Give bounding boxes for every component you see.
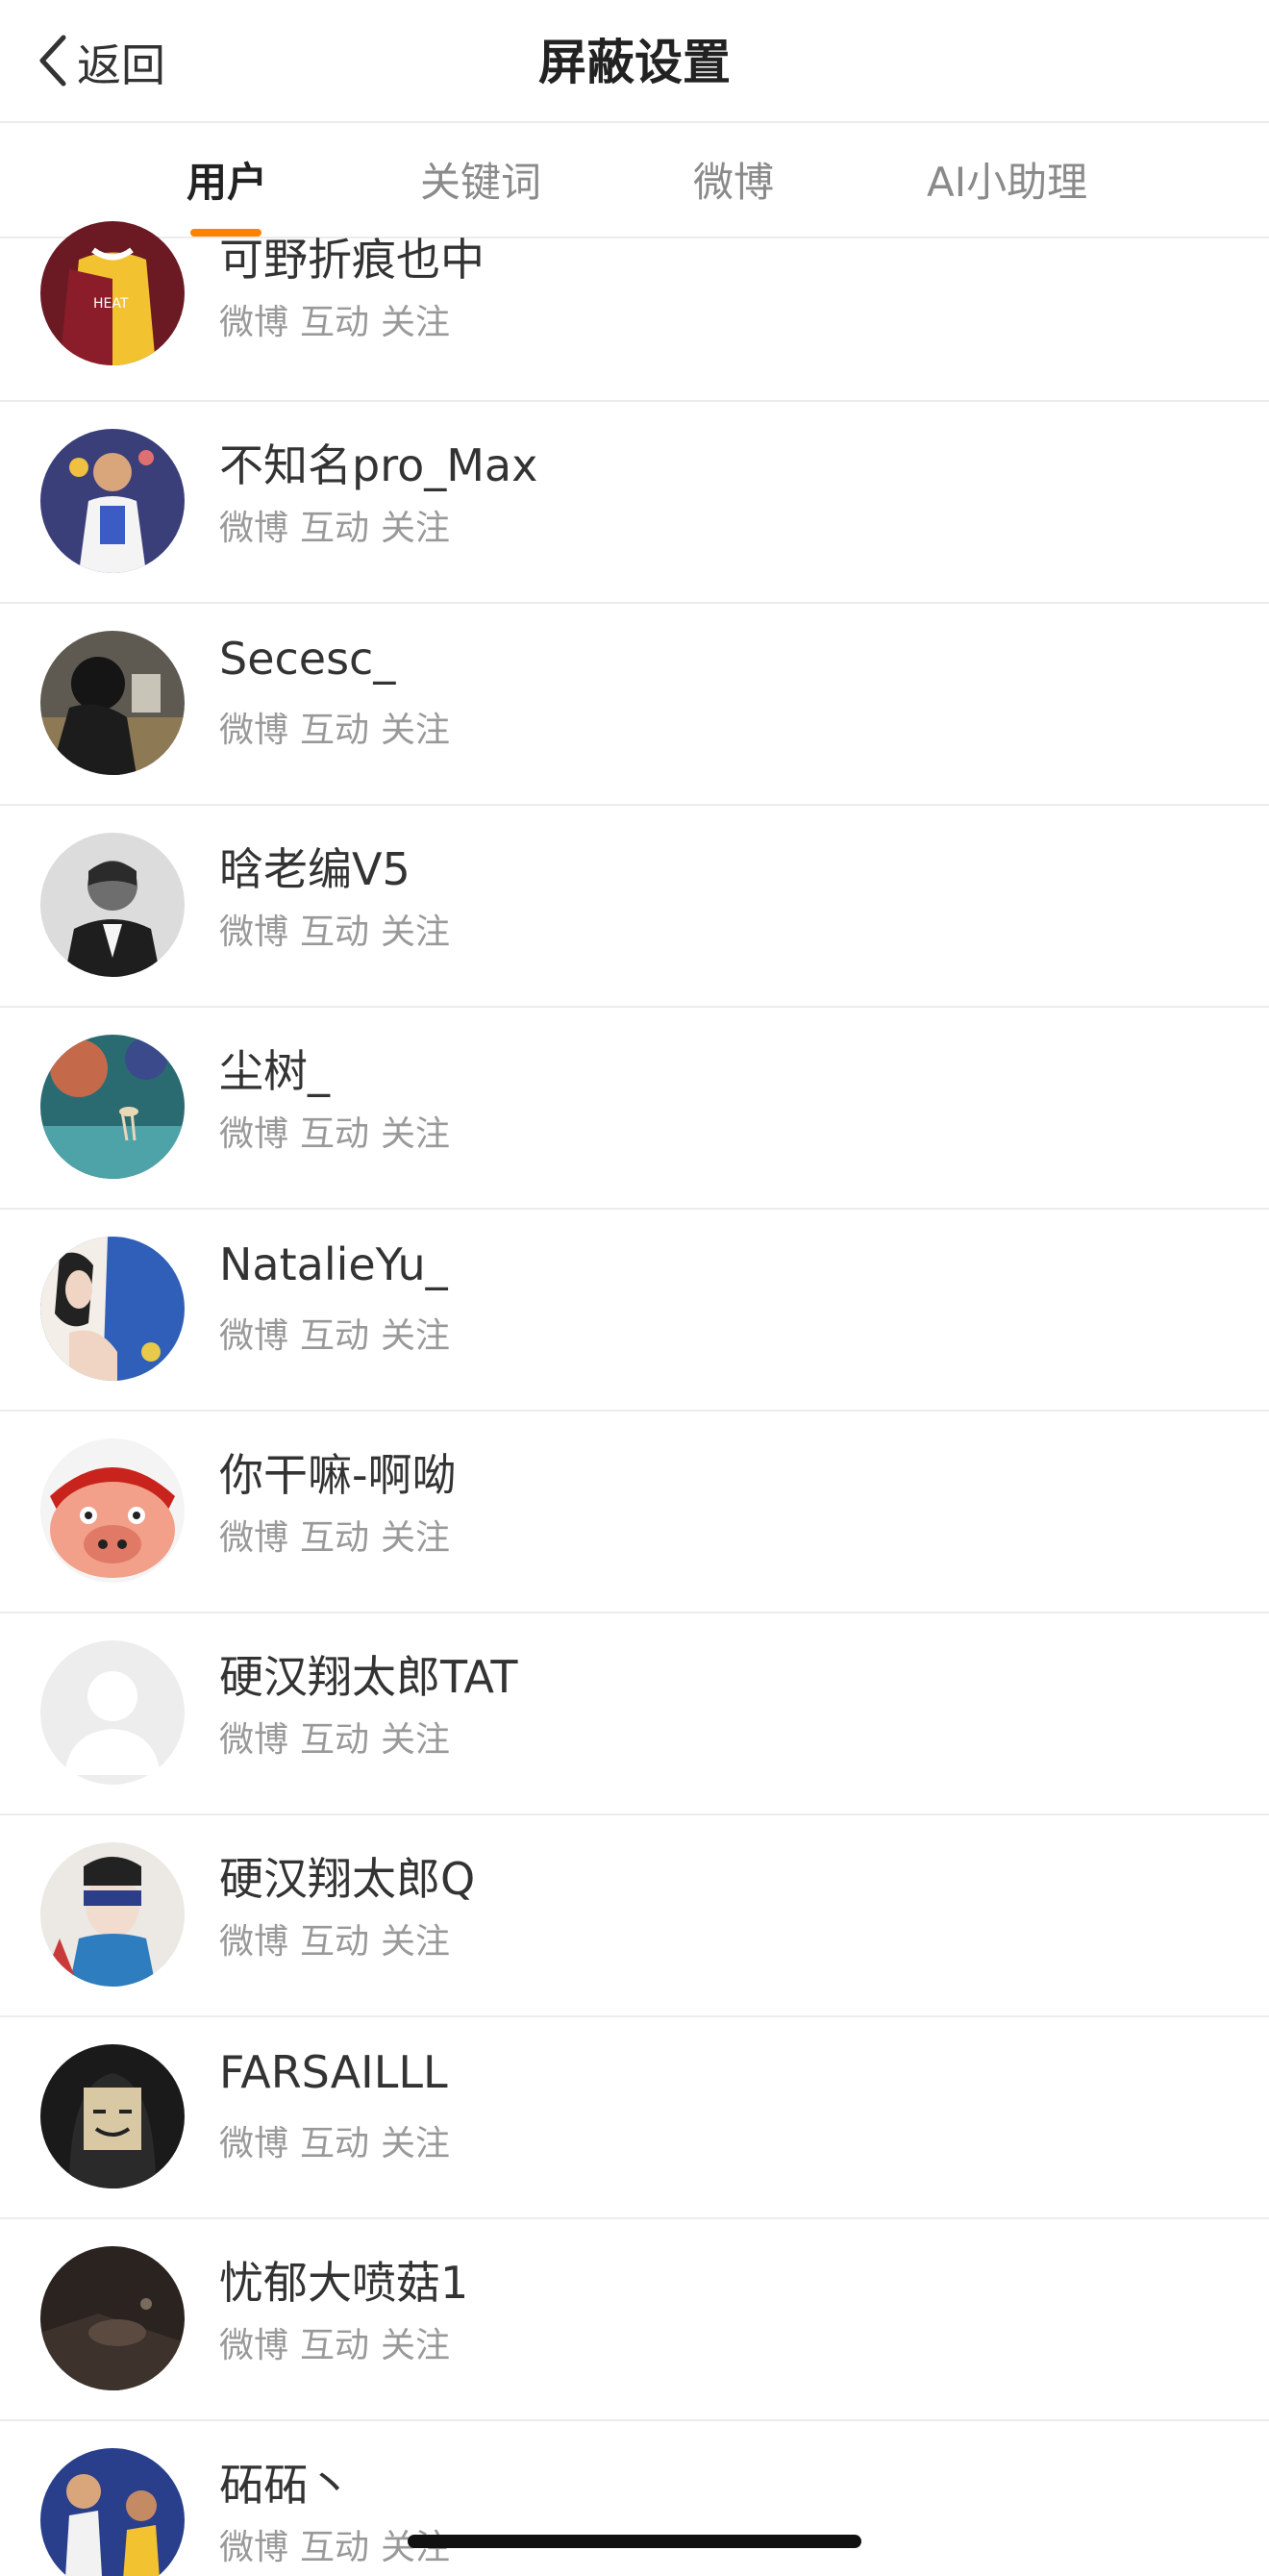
- action-weibo[interactable]: 微博: [219, 711, 288, 750]
- action-follow[interactable]: 关注: [381, 1114, 450, 1154]
- action-interact[interactable]: 互动: [300, 1114, 369, 1154]
- action-follow[interactable]: 关注: [381, 913, 450, 952]
- nav-bar: 返回 屏蔽设置: [0, 0, 1269, 123]
- action-interact[interactable]: 互动: [300, 1720, 369, 1760]
- action-interact[interactable]: 互动: [300, 2326, 369, 2365]
- list-item[interactable]: FARSAILLL 微博 互动 关注: [0, 2017, 1269, 2219]
- action-weibo[interactable]: 微博: [219, 1922, 288, 1962]
- action-weibo[interactable]: 微博: [219, 1720, 288, 1760]
- list-item[interactable]: HEAT 可野折痕也中 微博 互动 关注: [0, 200, 1269, 402]
- user-name: 晗老编V5: [219, 843, 411, 895]
- user-actions: 微博互动关注: [219, 500, 461, 550]
- list-item[interactable]: Secesc_ 微博 互动 关注: [0, 604, 1269, 806]
- user-actions: 微博互动关注: [219, 294, 461, 344]
- action-weibo[interactable]: 微博: [219, 913, 288, 952]
- action-interact[interactable]: 互动: [300, 303, 369, 342]
- default-avatar: [40, 1640, 185, 1785]
- avatar: [40, 2246, 185, 2390]
- list-item[interactable]: 硬汉翔太郎TAT 微博 互动 关注: [0, 1613, 1269, 1815]
- user-name: 忧郁大喷菇1: [219, 2257, 469, 2309]
- avatar: [40, 833, 185, 977]
- action-weibo[interactable]: 微博: [219, 1518, 288, 1558]
- action-interact[interactable]: 互动: [300, 711, 369, 750]
- user-actions: 微博互动关注: [219, 702, 461, 752]
- action-follow[interactable]: 关注: [381, 711, 450, 750]
- user-actions: 微博互动关注: [219, 2317, 461, 2367]
- action-weibo[interactable]: 微博: [219, 303, 288, 342]
- list-item[interactable]: 忧郁大喷菇1 微博 互动 关注: [0, 2219, 1269, 2421]
- user-actions: 微博互动关注: [219, 1308, 461, 1358]
- avatar: [40, 1237, 185, 1381]
- svg-text:HEAT: HEAT: [93, 296, 129, 312]
- action-follow[interactable]: 关注: [381, 1518, 450, 1558]
- action-weibo[interactable]: 微博: [219, 2124, 288, 2163]
- action-follow[interactable]: 关注: [381, 2326, 450, 2365]
- action-interact[interactable]: 互动: [300, 1518, 369, 1558]
- user-name: 硬汉翔太郎Q: [219, 1853, 476, 1905]
- action-weibo[interactable]: 微博: [219, 2528, 288, 2567]
- action-interact[interactable]: 互动: [300, 1316, 369, 1356]
- list-item[interactable]: 不知名pro_Max 微博 互动 关注: [0, 402, 1269, 604]
- avatar: [40, 631, 185, 775]
- user-actions: 微博互动关注: [219, 1106, 461, 1156]
- list-item[interactable]: 砳砳丶 微博互动关注: [0, 2421, 1269, 2576]
- avatar: [40, 1842, 185, 1987]
- action-follow[interactable]: 关注: [381, 1720, 450, 1760]
- user-name: 不知名pro_Max: [219, 439, 538, 491]
- action-follow[interactable]: 关注: [381, 303, 450, 342]
- page-title: 屏蔽设置: [538, 35, 731, 90]
- avatar: [40, 2448, 185, 2576]
- user-actions: 微博互动关注: [219, 1510, 461, 1560]
- avatar: [40, 429, 185, 573]
- action-weibo[interactable]: 微博: [219, 509, 288, 548]
- action-interact[interactable]: 互动: [300, 2124, 369, 2163]
- user-actions: 微博互动关注: [219, 1913, 461, 1963]
- action-follow[interactable]: 关注: [381, 2124, 450, 2163]
- user-name: Secesc_: [219, 633, 396, 685]
- user-actions: 微博互动关注: [219, 1712, 461, 1762]
- action-weibo[interactable]: 微博: [219, 2326, 288, 2365]
- list-item[interactable]: 尘树_ 微博 互动 关注: [0, 1008, 1269, 1210]
- user-name: 砳砳丶: [219, 2459, 352, 2511]
- user-actions: 微博互动关注: [219, 904, 461, 954]
- user-name: NatalieYu_: [219, 1238, 448, 1290]
- list-item[interactable]: 晗老编V5 微博 互动 关注: [0, 806, 1269, 1008]
- user-actions: 微博互动关注: [219, 2115, 461, 2165]
- user-name: FARSAILLL: [219, 2046, 448, 2098]
- user-name: 尘树_: [219, 1045, 330, 1097]
- user-name: 可野折痕也中: [219, 234, 485, 286]
- action-follow[interactable]: 关注: [381, 1922, 450, 1962]
- screen: 返回 屏蔽设置 用户 关键词 微博 AI小助理 HEAT 可野折痕也中 微博 互动…: [0, 0, 1269, 2576]
- action-interact[interactable]: 互动: [300, 2528, 369, 2567]
- action-follow[interactable]: 关注: [381, 509, 450, 548]
- list-item[interactable]: NatalieYu_ 微博 互动 关注: [0, 1210, 1269, 1412]
- action-weibo[interactable]: 微博: [219, 1316, 288, 1356]
- user-name: 硬汉翔太郎TAT: [219, 1651, 518, 1703]
- avatar: HEAT: [40, 221, 185, 365]
- list-item[interactable]: 你干嘛-啊呦 微博 互动 关注: [0, 1412, 1269, 1613]
- action-follow[interactable]: 关注: [381, 1316, 450, 1356]
- home-indicator[interactable]: [408, 2535, 861, 2548]
- action-interact[interactable]: 互动: [300, 1922, 369, 1962]
- avatar: [40, 2044, 185, 2188]
- avatar: [40, 1035, 185, 1179]
- avatar: [40, 1438, 185, 1583]
- action-interact[interactable]: 互动: [300, 509, 369, 548]
- action-interact[interactable]: 互动: [300, 913, 369, 952]
- action-weibo[interactable]: 微博: [219, 1114, 288, 1154]
- list-item[interactable]: 硬汉翔太郎Q 微博 互动 关注: [0, 1815, 1269, 2017]
- user-name: 你干嘛-啊呦: [219, 1449, 457, 1501]
